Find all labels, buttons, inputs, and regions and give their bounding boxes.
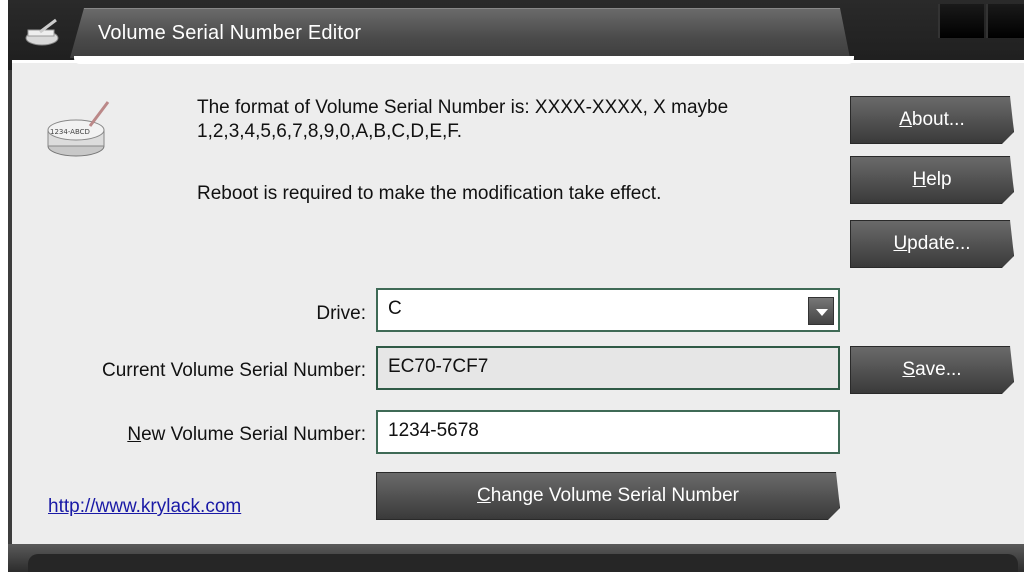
change-serial-button[interactable]: Change Volume Serial Number [376,472,840,520]
save-button[interactable]: Save... [850,346,1014,394]
about-button[interactable]: About... [850,96,1014,144]
icon-badge-text: 1234-ABCD [50,128,90,136]
hard-drive-icon: 1234-ABCD [47,101,110,157]
new-serial-input[interactable]: 1234-5678 [376,410,840,454]
format-description: The format of Volume Serial Number is: X… [197,97,729,142]
drive-label: Drive: [316,303,366,324]
current-serial-field: EC70-7CF7 [376,346,840,390]
close-button[interactable] [986,4,1024,38]
drive-select-value: C [388,298,402,319]
window-title: Volume Serial Number Editor [98,22,362,44]
help-button[interactable]: Help [850,156,1014,204]
bottom-frame [8,544,1024,572]
update-button[interactable]: Update... [850,220,1014,268]
app-window: Volume Serial Number Editor 1234-ABCD Th… [8,0,1024,572]
current-serial-label: Current Volume Serial Number: [102,360,366,381]
chevron-down-icon[interactable] [808,297,834,325]
drive-select[interactable]: C [376,288,840,332]
app-logo-icon [25,18,59,46]
current-serial-value: EC70-7CF7 [388,356,489,377]
new-serial-value: 1234-5678 [388,420,479,441]
new-serial-label: New Volume Serial Number: [127,424,366,445]
reboot-notice: Reboot is required to make the modificat… [197,183,662,204]
website-link[interactable]: http://www.krylack.com [48,496,241,518]
info-text: The format of Volume Serial Number is: X… [197,96,837,204]
tab-underline [74,56,854,64]
minimize-button[interactable] [938,4,984,38]
